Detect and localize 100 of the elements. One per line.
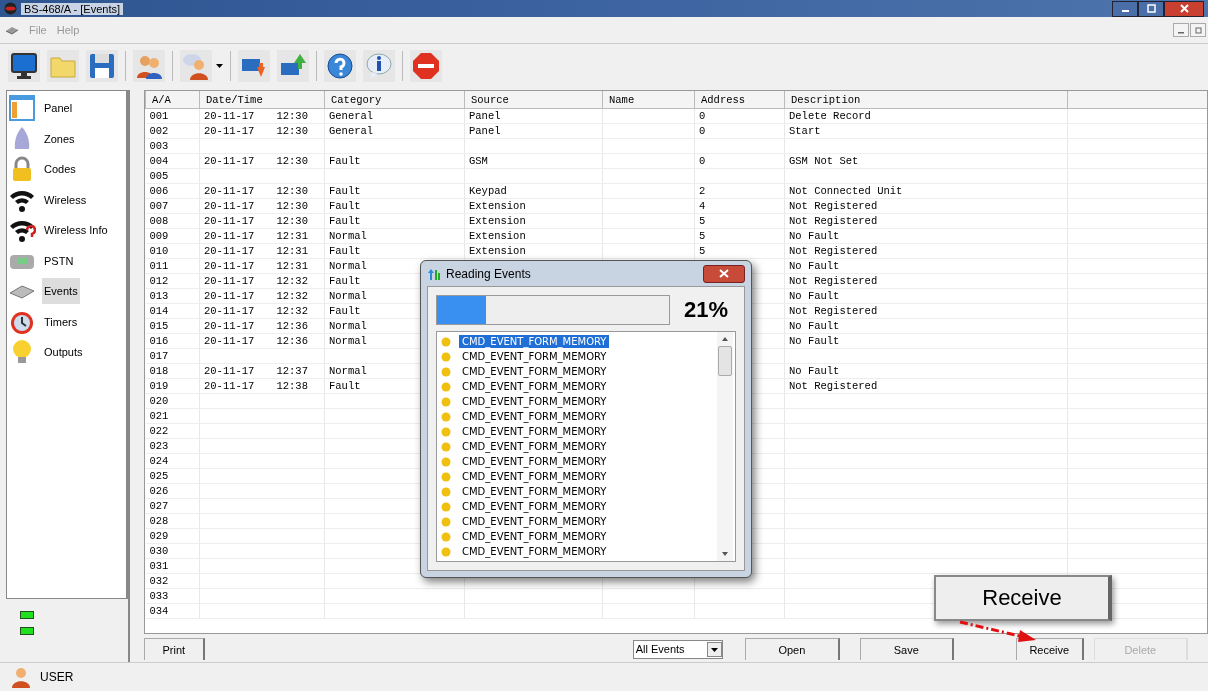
list-item[interactable]: CMD_EVENT_FORM_MEMORY (459, 335, 610, 348)
scrollbar[interactable] (717, 332, 733, 561)
sidebar-item[interactable]: Wireless (42, 186, 89, 213)
column-header[interactable]: Description (791, 93, 861, 106)
caret-icon[interactable] (216, 64, 223, 68)
action-button[interactable]: Receive (1015, 638, 1084, 661)
list-item[interactable]: CMD_EVENT_FORM_MEMORY (459, 395, 610, 408)
sidebar-item[interactable]: Codes (42, 156, 78, 183)
date-cell: 20-11-17 (204, 155, 255, 167)
action-button[interactable]: Open (745, 638, 840, 661)
time-cell: 12:30 (276, 125, 308, 137)
table-cell: 024 (149, 455, 169, 467)
user-label: USER (40, 670, 74, 684)
list-item[interactable]: CMD_EVENT_FORM_MEMORY (459, 380, 610, 393)
dot-icon (441, 546, 451, 557)
table-row[interactable]: 006 20-11-17 12:30 Fault Keypad 2 Not Connected Unit (145, 183, 1207, 199)
dot-icon (441, 531, 451, 542)
table-cell: Not Registered (789, 305, 878, 317)
dot-icon (441, 366, 451, 377)
table-row[interactable]: 005 (145, 168, 1207, 184)
date-cell: 20-11-17 (204, 245, 255, 257)
save-icon[interactable] (86, 50, 118, 82)
list-item[interactable]: CMD_EVENT_FORM_MEMORY (459, 500, 610, 513)
list-item[interactable]: CMD_EVENT_FORM_MEMORY (459, 365, 610, 378)
list-item[interactable]: CMD_EVENT_FORM_MEMORY (459, 425, 610, 438)
table-row[interactable]: 001 20-11-17 12:30 General Panel 0 Delete Record (145, 108, 1207, 124)
action-button[interactable]: Save (859, 638, 954, 661)
table-cell: 027 (149, 500, 169, 512)
download-icon[interactable] (238, 50, 270, 82)
table-cell: Normal (329, 335, 367, 347)
table-cell: Fault (329, 155, 361, 167)
date-cell: 20-11-17 (204, 365, 255, 377)
table-row[interactable]: 010 20-11-17 12:31 Fault Extension 5 Not Registered (145, 243, 1207, 259)
date-cell: 20-11-17 (204, 215, 255, 227)
time-cell: 12:37 (276, 365, 308, 377)
table-cell: Normal (329, 230, 367, 242)
date-cell: 20-11-17 (204, 230, 255, 242)
table-row[interactable]: 009 20-11-17 12:31 Normal Extension 5 No Fault (145, 228, 1207, 244)
list-item[interactable]: CMD_EVENT_FORM_MEMORY (459, 455, 610, 468)
table-cell: General (329, 110, 374, 122)
scroll-thumb[interactable] (718, 346, 732, 376)
table-cell: Extension (469, 230, 526, 242)
stop-icon[interactable] (410, 50, 442, 82)
table-row[interactable]: 008 20-11-17 12:30 Fault Extension 5 Not Registered (145, 213, 1207, 229)
table-cell: Extension (469, 215, 526, 227)
table-row[interactable]: 004 20-11-17 12:30 Fault GSM 0 GSM Not Set (145, 153, 1207, 169)
time-cell: 12:30 (276, 185, 308, 197)
sidebar-item[interactable]: Zones (42, 125, 77, 152)
table-cell: Normal (329, 260, 367, 272)
table-cell: Fault (329, 275, 361, 287)
sidebar-item[interactable]: Timers (42, 308, 80, 335)
list-item[interactable]: CMD_EVENT_FORM_MEMORY (459, 485, 610, 498)
table-cell: Extension (469, 245, 526, 257)
sidebar-item[interactable]: PSTN (42, 247, 76, 274)
list-item[interactable]: CMD_EVENT_FORM_MEMORY (459, 530, 610, 543)
close-button[interactable] (1164, 0, 1204, 17)
dot-icon (441, 396, 451, 407)
dot-icon (441, 381, 451, 392)
table-cell: 009 (149, 230, 169, 242)
table-row[interactable]: 007 20-11-17 12:30 Fault Extension 4 Not Registered (145, 198, 1207, 214)
table-cell: Delete Record (789, 110, 871, 122)
status-led-icon (20, 627, 34, 635)
list-item[interactable]: CMD_EVENT_FORM_MEMORY (459, 470, 610, 483)
table-cell: Normal (329, 320, 367, 332)
close-icon (1179, 4, 1189, 13)
list-item[interactable]: CMD_EVENT_FORM_MEMORY (459, 545, 610, 558)
table-cell: 0 (699, 110, 706, 122)
users-icon[interactable] (133, 50, 165, 82)
table-row[interactable]: 003 (145, 138, 1207, 154)
close-button[interactable] (703, 264, 745, 283)
table-cell: Fault (329, 185, 361, 197)
list-item[interactable]: CMD_EVENT_FORM_MEMORY (459, 350, 610, 363)
table-cell: 022 (149, 425, 169, 437)
table-row[interactable]: 002 20-11-17 12:30 General Panel 0 Start (145, 123, 1207, 139)
table-cell: 019 (149, 380, 169, 392)
table-cell: 023 (149, 440, 169, 452)
sidebar-item[interactable]: Outputs (42, 339, 85, 366)
minimize-button[interactable] (1112, 0, 1138, 17)
list-item[interactable]: CMD_EVENT_FORM_MEMORY (459, 440, 610, 453)
table-cell: 034 (149, 605, 169, 617)
filter-dropdown[interactable]: All Events (632, 639, 724, 659)
table-cell: Not Registered (789, 200, 878, 212)
column-header[interactable]: Source (471, 93, 509, 106)
list-item[interactable]: CMD_EVENT_FORM_MEMORY (459, 515, 610, 528)
dot-icon (441, 441, 451, 452)
table-cell: 020 (149, 395, 169, 407)
table-cell: 001 (149, 110, 169, 122)
info-icon[interactable] (363, 50, 395, 82)
monitor-icon[interactable] (8, 50, 40, 82)
table-cell: Fault (329, 200, 361, 212)
print-button[interactable]: Print (144, 638, 205, 661)
list-item[interactable]: CMD_EVENT_FORM_MEMORY (459, 410, 610, 423)
sidebar-item[interactable]: Panel (42, 95, 75, 122)
maximize-button[interactable] (1138, 0, 1164, 17)
upload-icon[interactable] (277, 50, 309, 82)
table-cell: Panel (469, 125, 501, 137)
table-cell: 004 (149, 155, 169, 167)
sidebar-item[interactable]: Wireless Info (42, 217, 110, 244)
help-icon[interactable] (324, 50, 356, 82)
sidebar-item[interactable]: Events (42, 278, 80, 305)
